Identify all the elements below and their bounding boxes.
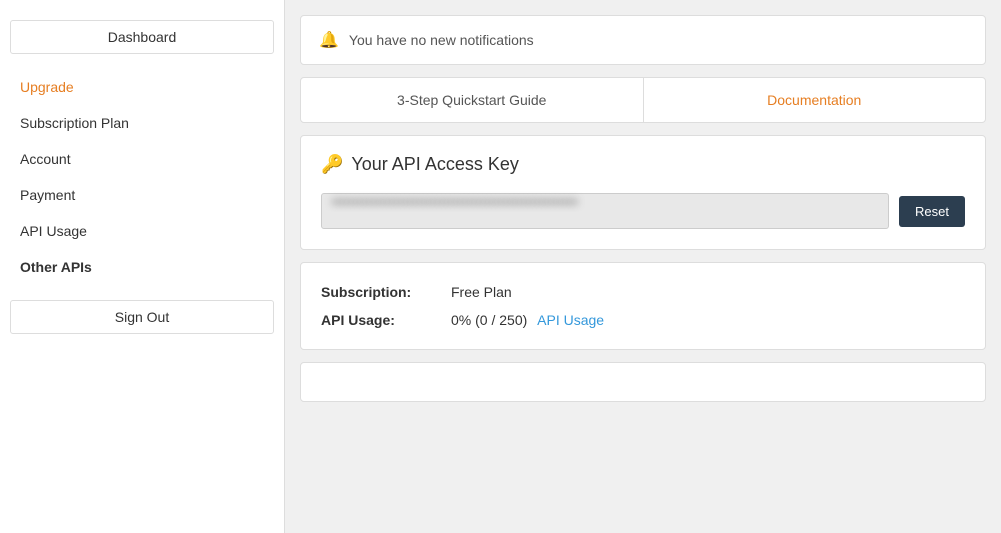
- dashboard-label: Dashboard: [108, 29, 177, 45]
- subscription-plan-label: Subscription Plan: [20, 115, 129, 131]
- main-content: 🔔 You have no new notifications 3-Step Q…: [285, 0, 1001, 533]
- reset-button[interactable]: Reset: [899, 196, 965, 227]
- sidebar: Dashboard Upgrade Subscription Plan Acco…: [0, 0, 285, 533]
- sidebar-item-upgrade[interactable]: Upgrade: [0, 69, 284, 105]
- notification-text: You have no new notifications: [349, 32, 534, 48]
- api-usage-row: API Usage: 0% (0 / 250) API Usage: [321, 306, 965, 334]
- subscription-panel: Subscription: Free Plan API Usage: 0% (0…: [300, 262, 986, 350]
- sidebar-item-other-apis[interactable]: Other APIs: [0, 249, 284, 285]
- notification-bar: 🔔 You have no new notifications: [300, 15, 986, 65]
- tab-quickstart[interactable]: 3-Step Quickstart Guide: [301, 78, 644, 122]
- api-usage-value: 0% (0 / 250) API Usage: [451, 312, 604, 328]
- api-key-row: ••••••••••••••••••••••••••••••••••••••••…: [321, 193, 965, 229]
- bottom-panel: [300, 362, 986, 402]
- sidebar-item-api-usage[interactable]: API Usage: [0, 213, 284, 249]
- payment-label: Payment: [20, 187, 75, 203]
- subscription-row: Subscription: Free Plan: [321, 278, 965, 306]
- api-key-panel: 🔑 Your API Access Key ••••••••••••••••••…: [300, 135, 986, 250]
- api-usage-label: API Usage: [20, 223, 87, 239]
- api-key-input[interactable]: ••••••••••••••••••••••••••••••••••••••••…: [321, 193, 889, 229]
- sidebar-item-payment[interactable]: Payment: [0, 177, 284, 213]
- tabs-bar: 3-Step Quickstart Guide Documentation: [300, 77, 986, 123]
- api-key-heading: Your API Access Key: [351, 154, 518, 175]
- account-label: Account: [20, 151, 71, 167]
- sign-out-label: Sign Out: [115, 309, 169, 325]
- upgrade-label: Upgrade: [20, 79, 74, 95]
- api-usage-link[interactable]: API Usage: [537, 312, 604, 328]
- sidebar-item-sign-out[interactable]: Sign Out: [10, 300, 274, 334]
- subscription-value: Free Plan: [451, 284, 512, 300]
- bell-icon: 🔔: [319, 30, 339, 50]
- other-apis-label: Other APIs: [20, 259, 92, 275]
- sidebar-item-subscription-plan[interactable]: Subscription Plan: [0, 105, 284, 141]
- sidebar-item-dashboard[interactable]: Dashboard: [10, 20, 274, 54]
- subscription-label: Subscription:: [321, 284, 451, 300]
- tab-documentation[interactable]: Documentation: [644, 78, 986, 122]
- api-usage-label: API Usage:: [321, 312, 451, 328]
- sidebar-item-account[interactable]: Account: [0, 141, 284, 177]
- api-key-title: 🔑 Your API Access Key: [321, 154, 965, 175]
- key-icon: 🔑: [321, 154, 343, 175]
